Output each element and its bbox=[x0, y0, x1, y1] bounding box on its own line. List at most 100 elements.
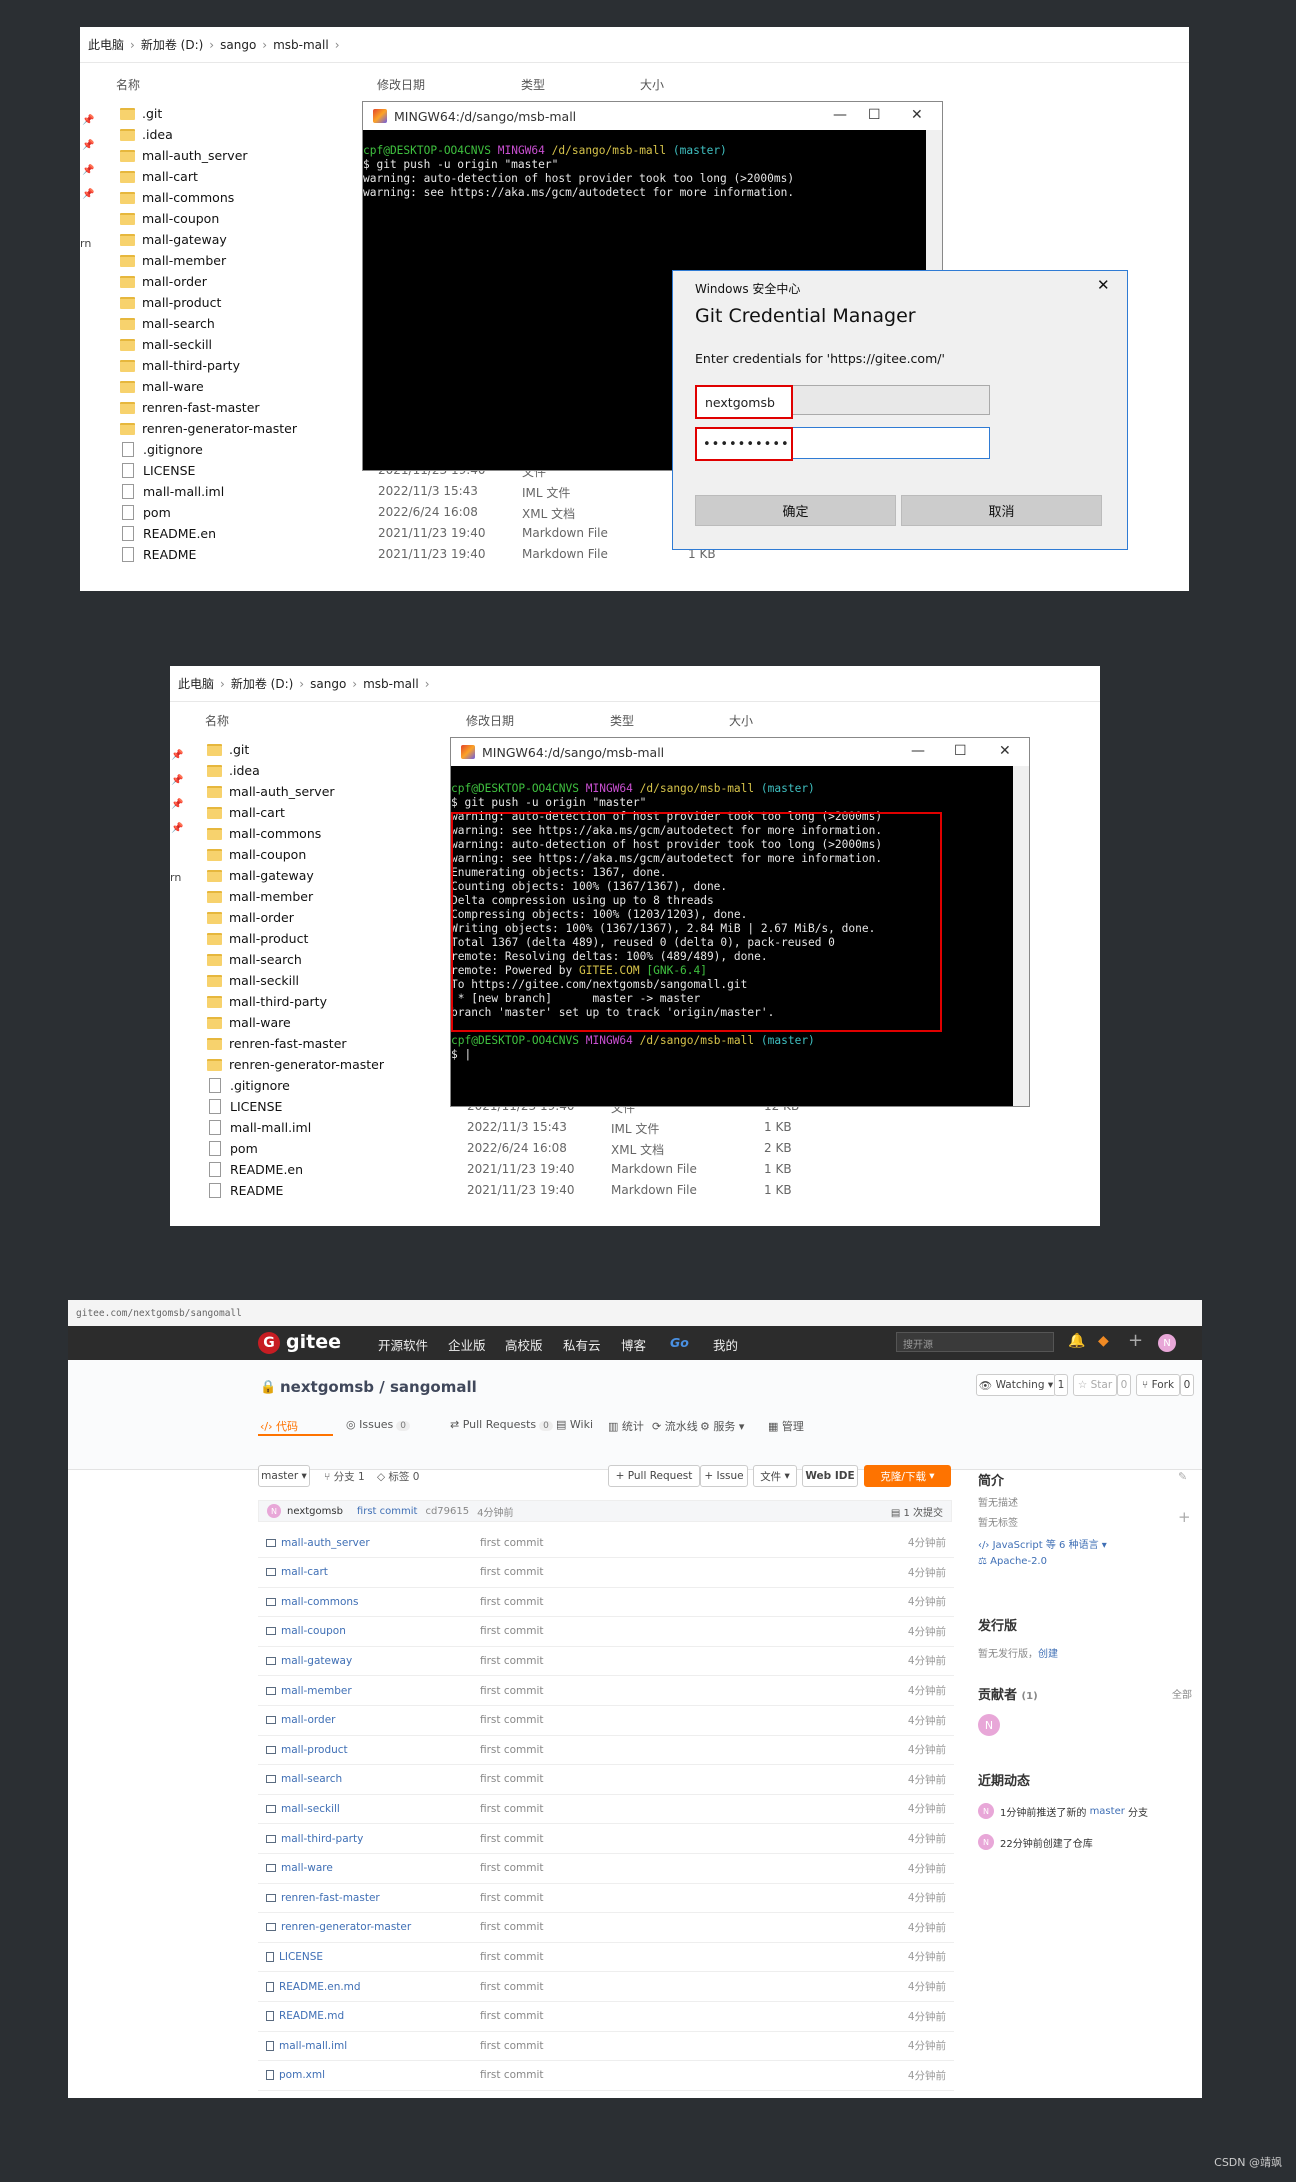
table-row[interactable]: mall-cart first commit 4分钟前 bbox=[258, 1558, 954, 1588]
nav-item[interactable]: 我的 bbox=[713, 1335, 738, 1354]
entry-commit[interactable]: first commit bbox=[480, 1892, 544, 1904]
tab-流水线[interactable]: ⟳ 流水线 bbox=[652, 1418, 698, 1434]
folder-item[interactable]: .idea bbox=[120, 124, 297, 145]
license-info[interactable]: ⚖ Apache-2.0 bbox=[978, 1556, 1047, 1567]
table-row[interactable]: mall-auth_server first commit 4分钟前 bbox=[258, 1528, 954, 1558]
folder-item[interactable]: mall-commons bbox=[207, 823, 384, 844]
folder-item[interactable]: mall-auth_server bbox=[120, 145, 297, 166]
entry-name[interactable]: mall-order bbox=[266, 1714, 335, 1726]
plus-icon[interactable]: + bbox=[1178, 1508, 1191, 1526]
entry-commit[interactable]: first commit bbox=[480, 1655, 544, 1667]
entry-name[interactable]: mall-product bbox=[266, 1744, 348, 1756]
column-date-header[interactable]: 修改日期 bbox=[466, 712, 514, 729]
fork-button[interactable]: ⑂ Fork bbox=[1136, 1374, 1180, 1396]
table-row[interactable]: mall-coupon first commit 4分钟前 bbox=[258, 1617, 954, 1647]
breadcrumb-item[interactable]: 此电脑 bbox=[88, 36, 124, 53]
column-date-header[interactable]: 修改日期 bbox=[377, 76, 425, 93]
table-row[interactable]: mall-product first commit 4分钟前 bbox=[258, 1735, 954, 1766]
entry-name[interactable]: renren-fast-master bbox=[266, 1892, 380, 1904]
maximize-button[interactable]: ☐ bbox=[954, 743, 967, 759]
entry-commit[interactable]: first commit bbox=[480, 1596, 544, 1608]
breadcrumb-item[interactable]: sango bbox=[220, 38, 256, 52]
table-row[interactable]: mall-order first commit 4分钟前 bbox=[258, 1706, 954, 1736]
scrollbar[interactable] bbox=[1013, 766, 1029, 1106]
nav-item[interactable]: 企业版 bbox=[448, 1335, 486, 1354]
watch-button[interactable]: 👁 Watching ▾ bbox=[976, 1374, 1056, 1396]
file-item[interactable]: mall-mall.iml bbox=[120, 481, 297, 502]
folder-item[interactable]: mall-coupon bbox=[120, 208, 297, 229]
folder-item[interactable]: .git bbox=[120, 103, 297, 124]
entry-name[interactable]: mall-coupon bbox=[266, 1625, 346, 1637]
entry-name[interactable]: README.md bbox=[266, 2010, 344, 2022]
folder-item[interactable]: mall-seckill bbox=[120, 334, 297, 355]
gitee-logo-icon[interactable]: G bbox=[258, 1332, 280, 1354]
plus-icon[interactable]: + bbox=[1128, 1330, 1143, 1351]
entry-commit[interactable]: first commit bbox=[480, 1537, 544, 1549]
minimize-button[interactable]: — bbox=[833, 107, 847, 123]
folder-item[interactable]: mall-search bbox=[207, 949, 384, 970]
web-ide-button[interactable]: Web IDE bbox=[802, 1465, 858, 1487]
all-contributors-link[interactable]: 全部 bbox=[1172, 1686, 1192, 1701]
folder-item[interactable]: mall-member bbox=[207, 886, 384, 907]
entry-name[interactable]: mall-seckill bbox=[266, 1803, 340, 1815]
folder-item[interactable]: mall-gateway bbox=[120, 229, 297, 250]
breadcrumb-item[interactable]: 新加卷 (D:) bbox=[141, 36, 203, 53]
column-type-header[interactable]: 类型 bbox=[610, 712, 634, 729]
entry-commit[interactable]: first commit bbox=[480, 1921, 544, 1933]
file-item[interactable]: mall-mall.iml bbox=[207, 1117, 384, 1138]
folder-item[interactable]: mall-seckill bbox=[207, 970, 384, 991]
file-item[interactable]: .gitignore bbox=[120, 439, 297, 460]
avatar[interactable]: N bbox=[1158, 1334, 1176, 1352]
column-size-header[interactable]: 大小 bbox=[729, 712, 753, 729]
folder-item[interactable]: mall-search bbox=[120, 313, 297, 334]
folder-item[interactable]: mall-cart bbox=[120, 166, 297, 187]
lightbulb-icon[interactable]: ◆ bbox=[1098, 1333, 1109, 1349]
entry-name[interactable]: renren-generator-master bbox=[266, 1921, 411, 1933]
entry-name[interactable]: mall-gateway bbox=[266, 1655, 352, 1667]
entry-name[interactable]: README.en.md bbox=[266, 1981, 361, 1993]
folder-item[interactable]: mall-member bbox=[120, 250, 297, 271]
folder-item[interactable]: mall-commons bbox=[120, 187, 297, 208]
entry-commit[interactable]: first commit bbox=[480, 1685, 544, 1697]
entry-commit[interactable]: first commit bbox=[480, 2040, 544, 2052]
table-row[interactable]: README.md first commit 4分钟前 bbox=[258, 2002, 954, 2032]
folder-item[interactable]: mall-auth_server bbox=[207, 781, 384, 802]
entry-commit[interactable]: first commit bbox=[480, 1803, 544, 1815]
folder-item[interactable]: mall-third-party bbox=[120, 355, 297, 376]
nav-item[interactable]: Go bbox=[670, 1335, 689, 1350]
commit-message[interactable]: first commit bbox=[357, 1506, 418, 1517]
file-item[interactable]: README.en bbox=[120, 523, 297, 544]
column-name-header[interactable]: 名称 bbox=[205, 712, 229, 729]
file-item[interactable]: pom bbox=[207, 1138, 384, 1159]
maximize-button[interactable]: ☐ bbox=[868, 107, 881, 123]
folder-item[interactable]: renren-fast-master bbox=[207, 1033, 384, 1054]
table-row[interactable]: renren-generator-master first commit 4分钟前 bbox=[258, 1913, 954, 1943]
language-info[interactable]: ‹/› JavaScript 等 6 种语言 ▾ bbox=[978, 1536, 1107, 1551]
table-row[interactable]: mall-gateway first commit 4分钟前 bbox=[258, 1646, 954, 1677]
table-row[interactable]: README.en.md first commit 4分钟前 bbox=[258, 1972, 954, 2002]
branch-select[interactable]: master ▾ bbox=[258, 1465, 310, 1487]
entry-commit[interactable]: first commit bbox=[480, 1714, 544, 1726]
file-item[interactable]: README bbox=[120, 544, 297, 565]
brand-name[interactable]: gitee bbox=[286, 1331, 341, 1353]
tab-代码[interactable]: ‹/› 代码 bbox=[260, 1418, 298, 1434]
create-release-link[interactable]: 创建 bbox=[1038, 1649, 1058, 1660]
entry-name[interactable]: mall-auth_server bbox=[266, 1537, 370, 1549]
folder-item[interactable]: mall-cart bbox=[207, 802, 384, 823]
entry-name[interactable]: mall-member bbox=[266, 1685, 352, 1697]
file-item[interactable]: LICENSE bbox=[120, 460, 297, 481]
entry-name[interactable]: mall-mall.iml bbox=[266, 2040, 347, 2052]
commit-count[interactable]: ▤ 1 次提交 bbox=[891, 1504, 943, 1519]
entry-name[interactable]: mall-ware bbox=[266, 1862, 333, 1874]
entry-commit[interactable]: first commit bbox=[480, 1566, 544, 1578]
table-row[interactable]: mall-mall.iml first commit 4分钟前 bbox=[258, 2031, 954, 2062]
folder-item[interactable]: mall-ware bbox=[207, 1012, 384, 1033]
entry-commit[interactable]: first commit bbox=[480, 1981, 544, 1993]
breadcrumb-item[interactable]: sango bbox=[310, 677, 346, 691]
folder-item[interactable]: renren-generator-master bbox=[207, 1054, 384, 1075]
table-row[interactable]: mall-seckill first commit 4分钟前 bbox=[258, 1794, 954, 1825]
column-type-header[interactable]: 类型 bbox=[521, 76, 545, 93]
tab-服务[interactable]: ⚙ 服务 ▾ bbox=[700, 1418, 744, 1434]
edit-icon[interactable]: ✎ bbox=[1178, 1470, 1187, 1483]
entry-commit[interactable]: first commit bbox=[480, 2069, 544, 2081]
